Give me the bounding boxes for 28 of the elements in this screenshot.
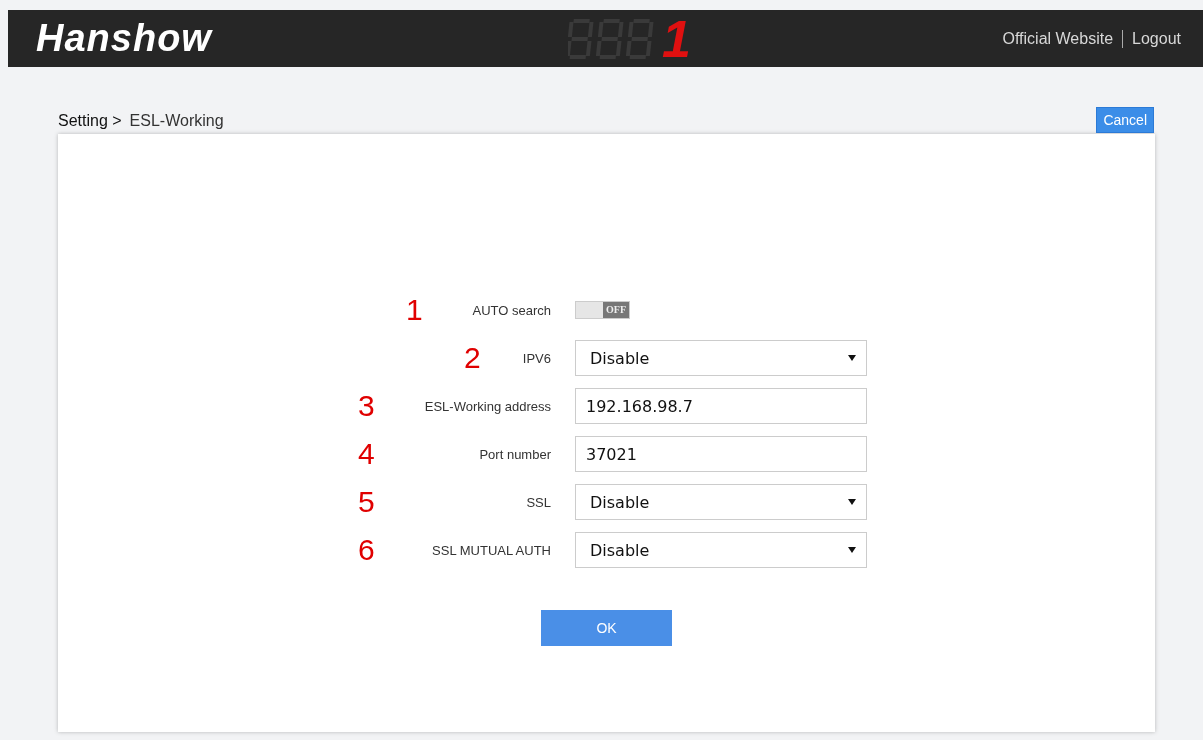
breadcrumb-item: ESL-Working: [129, 112, 224, 129]
toggle-state: OFF: [603, 302, 629, 318]
breadcrumb-item[interactable]: Setting >: [58, 112, 122, 129]
dropdown-caret-icon: [848, 499, 856, 505]
toggle-switch[interactable]: OFF: [575, 301, 630, 319]
select-field[interactable]: Disable: [575, 484, 867, 520]
logo: Hanshow: [36, 17, 212, 60]
annotation-number: 6: [358, 532, 375, 568]
input-field[interactable]: 192.168.98.7: [575, 388, 867, 424]
header-link[interactable]: Logout: [1132, 29, 1181, 48]
field-label: ESL-Working address: [424, 398, 551, 414]
select-field[interactable]: Disable: [575, 340, 867, 376]
dropdown-caret-icon: [848, 547, 856, 553]
field-label: SSL: [526, 494, 551, 510]
field-label: IPV6: [522, 350, 551, 366]
annotation-number: 1: [406, 292, 423, 328]
dropdown-caret-icon: [848, 355, 856, 361]
field-label: SSL MUTUAL AUTH: [432, 542, 551, 558]
header-link[interactable]: Official Website: [1002, 29, 1114, 48]
field-label: AUTO search: [472, 302, 551, 318]
annotation-number: 4: [358, 436, 375, 472]
annotation-number: 3: [358, 388, 375, 424]
annotation-number: 5: [358, 484, 375, 520]
select-field[interactable]: Disable: [575, 532, 867, 568]
display-digit: 1: [662, 16, 691, 62]
field-label: Port number: [479, 446, 551, 462]
input-field[interactable]: 37021: [575, 436, 867, 472]
annotation-number: 2: [464, 340, 481, 376]
